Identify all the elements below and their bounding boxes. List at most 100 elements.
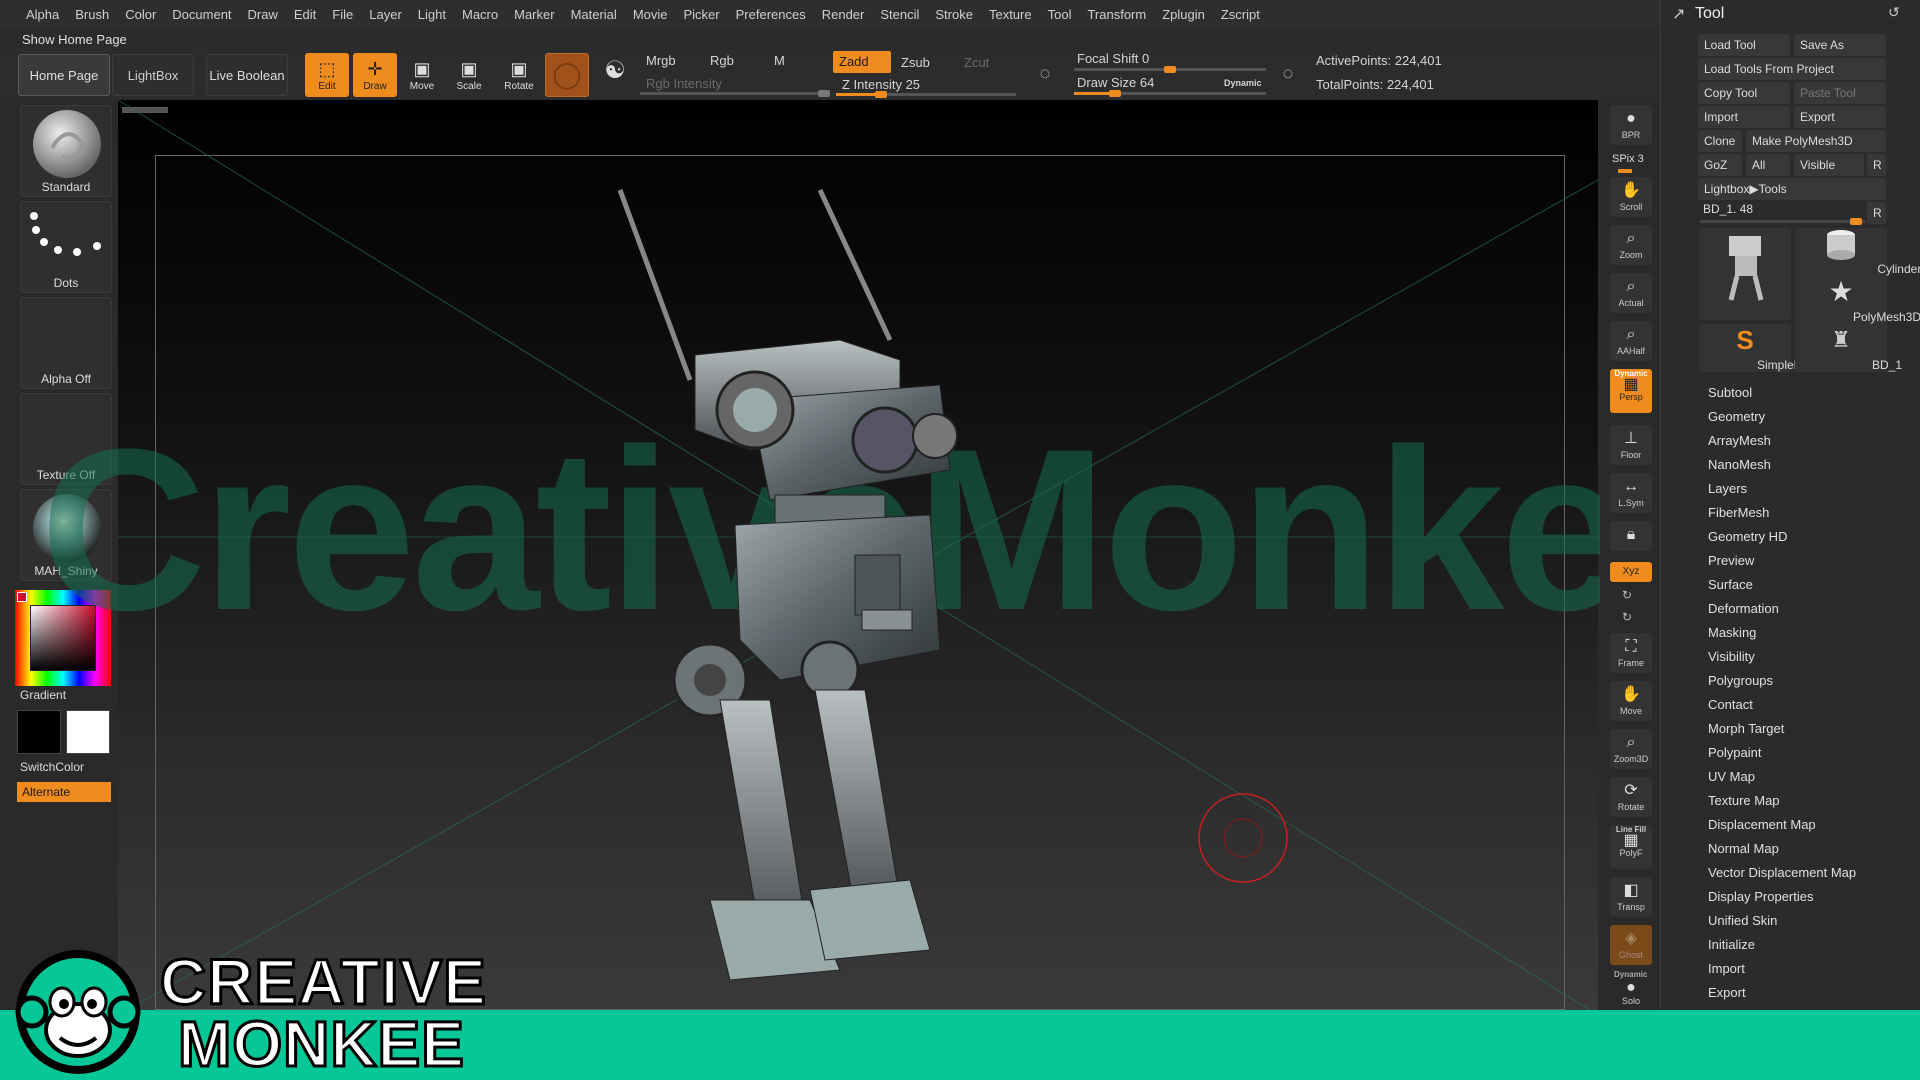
tool-thumb-bd1-small[interactable]: ♜ BD_1 (1795, 324, 1902, 372)
tool-slider-knob[interactable] (1850, 218, 1862, 225)
zoom-button[interactable]: ⌕ Zoom (1610, 225, 1652, 265)
menu-tool[interactable]: Tool (1040, 0, 1080, 30)
move-view-button[interactable]: ✋ Move (1610, 681, 1652, 721)
menu-file[interactable]: File (324, 0, 361, 30)
menu-material[interactable]: Material (563, 0, 625, 30)
menu-zplugin[interactable]: Zplugin (1154, 0, 1213, 30)
z-intensity-knob[interactable] (875, 91, 887, 98)
subpalette-arraymesh[interactable]: ArrayMesh (1708, 431, 1771, 451)
menu-draw[interactable]: Draw (240, 0, 286, 30)
stroke-d-button[interactable]: ◌ (1268, 53, 1308, 97)
alpha-slot[interactable]: Alpha Off (20, 297, 112, 389)
switch-color-button[interactable]: SwitchColor (20, 760, 84, 774)
rgb-toggle[interactable]: Rgb (704, 50, 764, 72)
goz-button[interactable]: GoZ (1698, 154, 1742, 176)
subpalette-surface[interactable]: Surface (1708, 575, 1753, 595)
live-boolean-button[interactable]: Live Boolean (206, 54, 288, 96)
tool-thumb-cylinder3d[interactable]: Cylinder3D (1795, 228, 1920, 276)
subpalette-preview[interactable]: Preview (1708, 551, 1754, 571)
export-button[interactable]: Export (1794, 106, 1886, 128)
palette-refresh-icon[interactable]: ↺ (1888, 4, 1900, 21)
mrgb-toggle[interactable]: Mrgb (640, 50, 700, 72)
subpalette-subtool[interactable]: Subtool (1708, 383, 1752, 403)
main-color-swatch[interactable] (66, 710, 110, 754)
stroke-slot[interactable]: Dots (20, 201, 112, 293)
menu-alpha[interactable]: Alpha (18, 0, 67, 30)
m-toggle[interactable]: M (768, 50, 824, 72)
load-tool-button[interactable]: Load Tool (1698, 34, 1790, 56)
aahalf-button[interactable]: ⌕ AAHalf (1610, 321, 1652, 361)
subpalette-contact[interactable]: Contact (1708, 695, 1753, 715)
save-as-button[interactable]: Save As (1794, 34, 1886, 56)
current-tool-slider[interactable]: BD_1. 48 (1703, 202, 1753, 216)
subpalette-export[interactable]: Export (1708, 983, 1746, 1003)
rgb-intensity-knob[interactable] (818, 90, 830, 97)
menu-color[interactable]: Color (117, 0, 164, 30)
tool-thumb-simplebrush[interactable]: S SimpleBrush (1699, 324, 1825, 372)
polyf-button[interactable]: Line Fill ▦ PolyF (1610, 825, 1652, 869)
menu-brush[interactable]: Brush (67, 0, 117, 30)
subpalette-masking[interactable]: Masking (1708, 623, 1756, 643)
menu-document[interactable]: Document (164, 0, 239, 30)
tool-palette-title[interactable]: Tool (1695, 3, 1724, 25)
goz-r-button[interactable]: R (1867, 154, 1886, 176)
subpalette-displacement-map[interactable]: Displacement Map (1708, 815, 1816, 835)
transp-button[interactable]: ◧ Transp (1610, 877, 1652, 917)
subpalette-geometry-hd[interactable]: Geometry HD (1708, 527, 1787, 547)
brush-slot[interactable]: Standard (20, 105, 112, 197)
rotate-button[interactable]: ▣ Rotate (497, 53, 541, 97)
edit-button[interactable]: ⬚ Edit (305, 53, 349, 97)
zcut-toggle[interactable]: Zcut (958, 52, 1014, 74)
secondary-color-swatch[interactable] (17, 710, 61, 754)
subpalette-morph-target[interactable]: Morph Target (1708, 719, 1784, 739)
subpalette-unified-skin[interactable]: Unified Skin (1708, 911, 1777, 931)
rotate-z-icon[interactable]: ↻ (1622, 610, 1632, 624)
rotate-y-icon[interactable]: ↻ (1622, 588, 1632, 602)
draw-size-knob[interactable] (1108, 90, 1121, 97)
tool-thumb-bd1[interactable]: BD_1 (1699, 228, 1836, 320)
rgb-intensity-slider[interactable] (640, 90, 830, 97)
menu-zscript[interactable]: Zscript (1213, 0, 1268, 30)
subpalette-normal-map[interactable]: Normal Map (1708, 839, 1779, 859)
menu-texture[interactable]: Texture (981, 0, 1040, 30)
menu-macro[interactable]: Macro (454, 0, 506, 30)
subpalette-layers[interactable]: Layers (1708, 479, 1747, 499)
subpalette-display-properties[interactable]: Display Properties (1708, 887, 1814, 907)
menu-preferences[interactable]: Preferences (728, 0, 814, 30)
xyz-button[interactable]: Xyz (1610, 562, 1652, 582)
spix-knob[interactable] (1618, 169, 1632, 173)
goz-all-button[interactable]: All (1746, 154, 1790, 176)
paste-tool-button[interactable]: Paste Tool (1794, 82, 1886, 104)
tool-thumb-polymesh3d[interactable]: ★ PolyMesh3D (1795, 276, 1920, 324)
menu-marker[interactable]: Marker (506, 0, 562, 30)
clone-button[interactable]: Clone (1698, 130, 1742, 152)
goz-visible-button[interactable]: Visible (1794, 154, 1864, 176)
z-intensity-slider[interactable] (836, 91, 1016, 98)
menu-light[interactable]: Light (410, 0, 454, 30)
subpalette-import[interactable]: Import (1708, 959, 1745, 979)
move-button[interactable]: ▣ Move (400, 53, 444, 97)
bpr-button[interactable]: ● BPR (1610, 105, 1652, 145)
subpalette-fibermesh[interactable]: FiberMesh (1708, 503, 1769, 523)
menu-stroke[interactable]: Stroke (927, 0, 981, 30)
draw-button[interactable]: ✛ Draw (353, 53, 397, 97)
lsym-button[interactable]: ↔ L.Sym (1610, 473, 1652, 513)
frame-button[interactable]: ⛶ Frame (1610, 633, 1652, 673)
floor-button[interactable]: ⊥ Floor (1610, 425, 1652, 465)
copy-tool-button[interactable]: Copy Tool (1698, 82, 1790, 104)
subpalette-nanomesh[interactable]: NanoMesh (1708, 455, 1771, 475)
subpalette-deformation[interactable]: Deformation (1708, 599, 1779, 619)
subpalette-polypaint[interactable]: Polypaint (1708, 743, 1761, 763)
draw-size-slider[interactable] (1074, 90, 1266, 97)
ghost-button[interactable]: ◈ Ghost (1610, 925, 1652, 965)
menu-render[interactable]: Render (814, 0, 873, 30)
scroll-button[interactable]: ✋ Scroll (1610, 177, 1652, 217)
lock-button[interactable]: 🔒︎ (1610, 521, 1652, 551)
subpalette-initialize[interactable]: Initialize (1708, 935, 1755, 955)
persp-button[interactable]: Dynamic ▦ Persp (1610, 369, 1652, 413)
subpalette-vector-displacement-map[interactable]: Vector Displacement Map (1708, 863, 1856, 883)
stroke-s-button[interactable]: ◌ (1025, 53, 1065, 97)
subpalette-geometry[interactable]: Geometry (1708, 407, 1765, 427)
subpalette-texture-map[interactable]: Texture Map (1708, 791, 1780, 811)
alternate-button[interactable]: Alternate (17, 782, 111, 802)
